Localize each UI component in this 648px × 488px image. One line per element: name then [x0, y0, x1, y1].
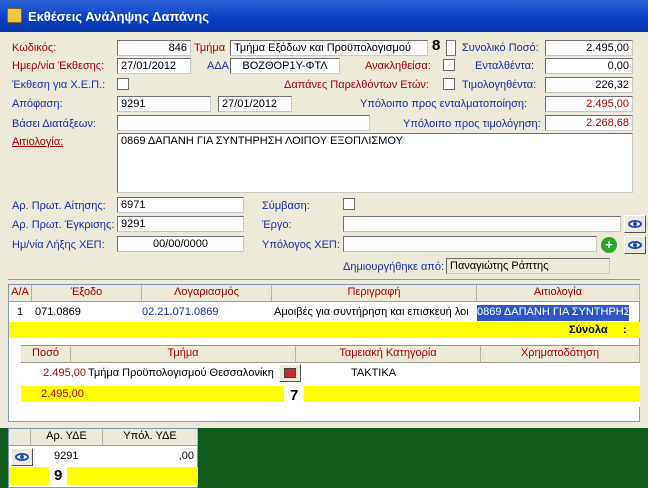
eye-icon [628, 241, 642, 249]
detail-icon [284, 368, 296, 378]
reason-label: Αιτιολογία: [12, 136, 64, 148]
xep-expiry-field[interactable]: 00/00/0000 [117, 236, 244, 252]
total-label: Συνολικό Ποσό: [462, 42, 539, 54]
ude-balance[interactable]: ,00 [159, 449, 194, 465]
detail-select-button[interactable] [279, 364, 301, 382]
project-view-button[interactable] [624, 215, 646, 233]
col-dept[interactable]: Τμήμα [71, 346, 296, 363]
window-title: Εκθέσεις Ανάληψης Δαπάνης [28, 9, 209, 24]
col-amount[interactable]: Ποσό [21, 346, 71, 363]
ada-label: ΑΔΑ: [207, 60, 233, 72]
col-ude-balance[interactable]: Υπόλ. ΥΔΕ [103, 429, 198, 446]
decision-date-field[interactable]: 27/01/2012 [218, 96, 292, 112]
lines-totals-row [9, 322, 640, 338]
col-ude-no[interactable]: Αρ. ΥΔΕ [31, 429, 103, 446]
row-account[interactable]: 02.21.071.0869 [142, 305, 272, 321]
base-field[interactable] [117, 115, 370, 131]
col-description[interactable]: Περιγραφή [272, 285, 477, 302]
app-icon [7, 8, 22, 23]
divider [8, 279, 640, 280]
ordered-field[interactable]: 0,00 [545, 58, 633, 74]
detail-table: Ποσό Τμήμα Ταμειακή Κατηγορία Χρηματοδότ… [21, 345, 640, 407]
xep-holder-view-button[interactable] [624, 236, 646, 254]
total-field[interactable]: 2.495,00 [545, 40, 633, 56]
eye-icon [628, 220, 642, 228]
col-funding[interactable]: Χρηματοδότηση [481, 346, 640, 363]
created-by-label: Δημιουργήθηκε από: [343, 261, 445, 273]
contract-checkbox[interactable] [343, 198, 355, 210]
xep-expiry-label: Ημ/νία Λήξης ΧΕΠ: [12, 239, 105, 251]
ude-no[interactable]: 9291 [54, 449, 94, 465]
dept-field[interactable]: Τμήμα Εξόδων και Προϋπολογισμού [230, 40, 428, 56]
ordered-label: Ενταλθέντα: [475, 60, 535, 72]
xep-checkbox[interactable] [117, 78, 129, 90]
detail-cash-category[interactable]: ΤΑΚΤΙΚΑ [351, 366, 431, 382]
recalled-checkbox[interactable] [443, 59, 455, 71]
row-reason[interactable]: 0869 ΔΑΠΑΝΗ ΓΙΑ ΣΥΝΤΗΡΗΣΗ [477, 305, 629, 321]
project-label: Έργο: [262, 219, 292, 231]
ude-total-row [9, 467, 198, 485]
decision-label: Απόφαση: [12, 98, 63, 110]
date-label: Ημερ/νία Έκθεσης: [12, 60, 105, 72]
eye-icon [15, 453, 29, 461]
rem-order-label: Υπόλοιπο προς ενταλματοποίηση: [360, 98, 528, 110]
col-reason[interactable]: Αιτιολογία [477, 285, 640, 302]
detail-dept[interactable]: Τμήμα Προϋπολογισμού Θεσσαλονίκη [88, 366, 278, 382]
xep-label: Έκθεση για Χ.Ε.Π.: [12, 79, 106, 91]
created-by-field: Παναγιώτης Ράπτης [446, 258, 610, 274]
contract-label: Σύμβαση: [262, 200, 310, 212]
recalled-label: Ανακληθείσα: [365, 60, 431, 72]
date-field[interactable]: 27/01/2012 [117, 58, 191, 74]
col-cash-category[interactable]: Ταμειακή Κατηγορία [296, 346, 481, 363]
form-panel: Κωδικός: 846 Τμήμα Τμήμα Εξόδων και Προϋ… [0, 32, 648, 422]
col-expense[interactable]: Έξοδο [32, 285, 142, 302]
col-aa[interactable]: Α/Α [9, 285, 32, 302]
col-ude-blank [9, 429, 31, 446]
row-aa[interactable]: 1 [17, 305, 32, 321]
req-no-label: Αρ. Πρωτ. Αίτησης: [12, 200, 106, 212]
detail-amount[interactable]: 2.495,00 [26, 366, 86, 382]
title-bar: Εκθέσεις Ανάληψης Δαπάνης [0, 0, 648, 32]
appr-no-label: Αρ. Πρωτ. Έγκρισης: [12, 219, 115, 231]
detail-total-row [21, 386, 640, 402]
badge-9: 9 [49, 466, 68, 486]
rem-invoice-label: Υπόλοιπο προς τιμολόγηση: [403, 118, 541, 130]
col-account[interactable]: Λογαριασμός [142, 285, 272, 302]
xep-holder-field[interactable] [343, 236, 597, 252]
code-label: Κωδικός: [12, 42, 57, 54]
row-expense[interactable]: 071.0869 [35, 305, 140, 321]
badge-7: 7 [284, 386, 305, 406]
ude-view-button[interactable] [11, 448, 33, 466]
base-label: Βάσει Διατάξεων: [12, 118, 96, 130]
add-icon[interactable]: + [601, 237, 617, 253]
invoiced-label: Τιμολογηθέντα: [462, 79, 537, 91]
decision-no-field[interactable]: 9291 [117, 96, 211, 112]
xep-holder-label: Υπόλογος ΧΕΠ: [262, 239, 340, 251]
detail-funding[interactable] [486, 366, 636, 382]
dept-dropdown[interactable] [446, 40, 456, 56]
rem-invoice-field[interactable]: 2.268,68 [545, 115, 633, 131]
code-field[interactable]: 846 [117, 40, 191, 56]
past-years-label: Δαπάνες Παρελθόντων Ετών: [284, 79, 429, 91]
req-no-field[interactable]: 6971 [117, 197, 244, 213]
past-years-checkbox[interactable] [443, 78, 455, 90]
project-field[interactable] [343, 216, 621, 232]
ada-field[interactable]: ΒΟΖΘΟΡ1Υ-ΦΤΛ [230, 58, 340, 74]
rem-order-field[interactable]: 2.495,00 [545, 96, 633, 112]
totals-label: Σύνολα [569, 324, 608, 336]
detail-total: 2.495,00 [41, 388, 84, 400]
dept-label: Τμήμα [194, 42, 226, 54]
badge-8: 8 [432, 37, 441, 54]
totals-colon: : [623, 324, 627, 336]
lines-table: Α/Α Έξοδο Λογαριασμός Περιγραφή Αιτιολογ… [8, 284, 640, 422]
invoiced-field[interactable]: 226,32 [545, 77, 633, 93]
reason-textarea[interactable]: 0869 ΔΑΠΑΝΗ ΓΙΑ ΣΥΝΤΗΡΗΣΗ ΛΟΙΠΟΥ ΕΞΟΠΛΙΣ… [117, 133, 633, 193]
ude-table: Αρ. ΥΔΕ Υπόλ. ΥΔΕ 9291 ,00 9 [8, 428, 198, 488]
row-description[interactable]: Αμοιβές για συντήρηση και επισκευή λοι [274, 305, 476, 321]
appr-no-field[interactable]: 9291 [117, 216, 244, 232]
